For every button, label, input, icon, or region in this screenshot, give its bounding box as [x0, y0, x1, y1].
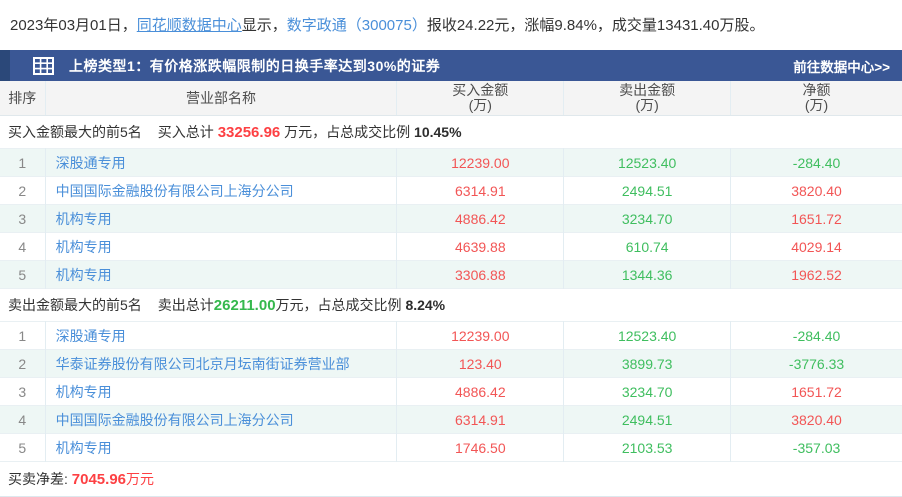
col-net-amount: 净额 (万) [730, 81, 902, 116]
net-amount-cell: 1651.72 [730, 204, 902, 233]
broker-name-link[interactable]: 机构专用 [56, 384, 112, 400]
intro-date: 2023年03月01日， [10, 17, 137, 34]
buy-amount-cell: 4886.42 [396, 204, 564, 233]
sell-amount-cell: 2103.53 [563, 433, 731, 462]
table-row: 4 机构专用 4639.88 610.74 4029.14 [0, 232, 902, 261]
net-amount-cell: -284.40 [730, 321, 902, 350]
intro-summary: 2023年03月01日，同花顺数据中心显示，数字政通（300075）报收24.2… [0, 0, 902, 50]
row-rank: 3 [18, 383, 27, 400]
row-rank: 2 [0, 349, 46, 378]
sell-summary-row: 卖出金额最大的前5名 卖出总计26211.00万元，占总成交比例 8.24% [0, 288, 902, 322]
datacenter-link[interactable]: 同花顺数据中心 [137, 17, 242, 34]
list-type-header: 上榜类型1：有价格涨跌幅限制的日换手率达到30%的证券 前往数据中心>> [0, 50, 902, 81]
buy-amount-cell: 4886.42 [396, 377, 564, 406]
broker-name-link[interactable]: 中国国际金融股份有限公司上海分公司 [56, 412, 294, 428]
broker-name-link[interactable]: 深股通专用 [56, 328, 126, 344]
buy-total-value: 33256.96 [217, 124, 281, 141]
net-amount-cell: 1651.72 [730, 377, 902, 406]
column-header-row: 排序 营业部名称 买入金额 (万) 卖出金额 (万) 净额 (万) [0, 81, 902, 116]
buy-amount-cell: 6314.91 [396, 176, 564, 205]
net-amount-cell: -3776.33 [730, 349, 902, 378]
sell-total-value: 26211.00 [213, 297, 276, 314]
buy-amount-cell: 4639.88 [396, 232, 564, 261]
table-grid-icon [33, 56, 54, 75]
sell-amount-cell: 2494.51 [563, 405, 731, 434]
col-buy-amount: 买入金额 (万) [396, 81, 564, 116]
net-amount-cell: -284.40 [730, 148, 902, 177]
broker-name-link[interactable]: 中国国际金融股份有限公司上海分公司 [56, 183, 294, 199]
col-rank: 排序 [0, 81, 46, 116]
net-diff-label: 买卖净差: [8, 471, 72, 487]
broker-name-link[interactable]: 华泰证券股份有限公司北京月坛南街证券营业部 [56, 356, 350, 372]
buy-amount-cell: 12239.00 [396, 148, 564, 177]
broker-name-link[interactable]: 机构专用 [56, 267, 112, 283]
net-diff-row: 买卖净差: 7045.96万元 [0, 461, 902, 497]
net-amount-cell: 4029.14 [730, 232, 902, 261]
row-rank: 3 [0, 204, 46, 233]
intro-stats: 报收24.22元，涨幅9.84%，成交量13431.40万股。 [426, 17, 765, 34]
broker-name-link[interactable]: 机构专用 [56, 211, 112, 227]
buy-total-unit: 万元， [280, 124, 327, 140]
table-row: 4 中国国际金融股份有限公司上海分公司 6314.91 2494.51 3820… [0, 405, 902, 434]
net-amount-cell: -357.03 [730, 433, 902, 462]
buy-amount-cell: 123.40 [396, 349, 564, 378]
sell-section-label: 卖出金额最大的前5名 [8, 297, 142, 313]
row-rank: 4 [18, 238, 27, 255]
broker-name-link[interactable]: 机构专用 [56, 440, 112, 456]
buy-summary-row: 买入金额最大的前5名 买入总计 33256.96 万元，占总成交比例 10.45% [0, 115, 902, 149]
net-amount-cell: 3820.40 [730, 176, 902, 205]
table-row: 3 机构专用 4886.42 3234.70 1651.72 [0, 204, 902, 233]
sell-ratio-value: 8.24% [405, 297, 446, 313]
broker-name-link[interactable]: 深股通专用 [56, 155, 126, 171]
sell-total-prefix: 卖出总计 [157, 297, 214, 313]
sell-ratio-label: 占总成交比例 [317, 297, 406, 313]
buy-amount-cell: 12239.00 [396, 321, 564, 350]
sell-amount-cell: 2494.51 [563, 176, 731, 205]
table-row: 3 机构专用 4886.42 3234.70 1651.72 [0, 377, 902, 406]
goto-datacenter-link[interactable]: 前往数据中心>> [793, 56, 902, 76]
row-rank: 1 [0, 148, 46, 177]
sell-amount-cell: 12523.40 [563, 321, 731, 350]
buy-amount-cell: 3306.88 [396, 260, 564, 289]
intro-mid: 显示， [241, 17, 287, 34]
col-sell-amount: 卖出金额 (万) [563, 81, 731, 116]
sell-amount-cell: 3234.70 [563, 377, 731, 406]
table-row: 5 机构专用 1746.50 2103.53 -357.03 [0, 433, 902, 462]
row-rank: 5 [0, 260, 46, 289]
buy-amount-cell: 6314.91 [396, 405, 564, 434]
lhb-table: 排序 营业部名称 买入金额 (万) 卖出金额 (万) 净额 (万) 买入金额最大的前5… [0, 81, 902, 497]
sell-amount-cell: 12523.40 [563, 148, 731, 177]
row-rank: 5 [18, 439, 27, 456]
net-diff-value: 7045.96 [71, 471, 127, 488]
buy-amount-cell: 1746.50 [396, 433, 564, 462]
sell-amount-cell: 3899.73 [563, 349, 731, 378]
panel-title: 上榜类型1：有价格涨跌幅限制的日换手率达到30%的证券 [69, 57, 441, 74]
table-row: 2 华泰证券股份有限公司北京月坛南街证券营业部 123.40 3899.73 -… [0, 349, 902, 378]
table-row: 1 深股通专用 12239.00 12523.40 -284.40 [0, 148, 902, 177]
net-amount-cell: 3820.40 [730, 405, 902, 434]
row-rank: 1 [18, 327, 27, 344]
stock-link[interactable]: 数字政通（300075） [287, 17, 427, 34]
net-diff-unit: 万元 [126, 471, 155, 487]
table-row: 5 机构专用 3306.88 1344.36 1962.52 [0, 260, 902, 289]
row-rank: 2 [18, 182, 27, 199]
buy-ratio-label: 占总成交比例 [326, 124, 415, 140]
buy-ratio-value: 10.45% [414, 124, 462, 140]
sell-total-unit: 万元， [275, 297, 318, 313]
table-row: 2 中国国际金融股份有限公司上海分公司 6314.91 2494.51 3820… [0, 176, 902, 205]
table-row: 1 深股通专用 12239.00 12523.40 -284.40 [0, 321, 902, 350]
buy-total-prefix: 买入总计 [157, 124, 218, 140]
net-amount-cell: 1962.52 [730, 260, 902, 289]
sell-amount-cell: 1344.36 [563, 260, 731, 289]
buy-section-label: 买入金额最大的前5名 [8, 124, 142, 140]
row-rank: 4 [0, 405, 46, 434]
sell-amount-cell: 610.74 [563, 232, 731, 261]
sell-amount-cell: 3234.70 [563, 204, 731, 233]
col-broker-name: 营业部名称 [44, 81, 397, 116]
broker-name-link[interactable]: 机构专用 [56, 239, 112, 255]
